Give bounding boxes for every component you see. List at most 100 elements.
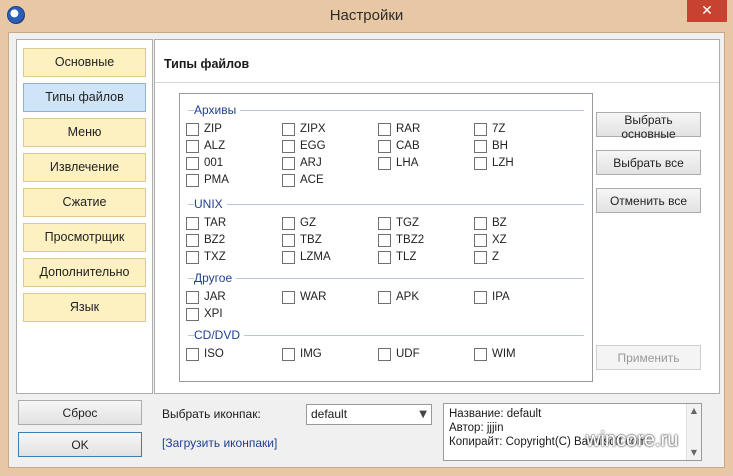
file-type-checkbox[interactable]: RAR (378, 122, 420, 136)
checkbox-box[interactable] (186, 290, 199, 304)
checkbox-box[interactable] (378, 233, 391, 247)
info-scrollbar[interactable]: ▲ ▼ (686, 404, 701, 460)
group-divider (188, 204, 584, 205)
sidebar-item[interactable]: Язык (23, 293, 146, 322)
file-type-checkbox[interactable]: IPA (474, 290, 510, 304)
file-type-checkbox[interactable]: TGZ (378, 216, 419, 230)
checkbox-box[interactable] (378, 347, 391, 361)
file-type-label: XPI (204, 308, 223, 320)
file-type-checkbox[interactable]: LZH (474, 156, 514, 170)
checkbox-box[interactable] (378, 216, 391, 230)
file-type-checkbox[interactable]: TBZ2 (378, 233, 424, 247)
file-type-checkbox[interactable]: ACE (282, 173, 324, 187)
deselect-all-button[interactable]: Отменить все (596, 188, 701, 213)
file-type-checkbox[interactable]: BZ2 (186, 233, 225, 247)
checkbox-box[interactable] (474, 139, 487, 153)
checkbox-box[interactable] (282, 122, 295, 136)
checkbox-box[interactable] (282, 156, 295, 170)
file-type-checkbox[interactable]: GZ (282, 216, 316, 230)
sidebar-item[interactable]: Основные (23, 48, 146, 77)
checkbox-box[interactable] (474, 216, 487, 230)
checkbox-box[interactable] (282, 290, 295, 304)
sidebar-item[interactable]: Дополнительно (23, 258, 146, 287)
file-type-checkbox[interactable]: XPI (186, 307, 223, 321)
file-type-checkbox[interactable]: BH (474, 139, 508, 153)
file-type-checkbox[interactable]: ARJ (282, 156, 322, 170)
checkbox-box[interactable] (186, 122, 199, 136)
checkbox-box[interactable] (474, 233, 487, 247)
checkbox-box[interactable] (186, 233, 199, 247)
checkbox-box[interactable] (474, 250, 487, 264)
file-type-label: PMA (204, 174, 229, 186)
checkbox-box[interactable] (186, 139, 199, 153)
close-button[interactable]: ✕ (687, 0, 727, 22)
checkbox-box[interactable] (282, 139, 295, 153)
file-type-checkbox[interactable]: CAB (378, 139, 420, 153)
file-type-checkbox[interactable]: PMA (186, 173, 229, 187)
file-type-label: RAR (396, 123, 421, 135)
file-type-checkbox[interactable]: TXZ (186, 250, 226, 264)
file-types-box: Архивы ZIP ZIPX RAR 7Z ALZ EGG CAB BH 001 ARJ LHA LZ… (179, 93, 593, 382)
file-type-checkbox[interactable]: ZIPX (282, 122, 326, 136)
group-label: CD/DVD (194, 328, 245, 342)
scroll-up-icon[interactable]: ▲ (687, 404, 701, 418)
sidebar-item[interactable]: Извлечение (23, 153, 146, 182)
checkbox-box[interactable] (186, 307, 199, 321)
file-type-checkbox[interactable]: Z (474, 250, 499, 264)
file-type-checkbox[interactable]: IMG (282, 347, 322, 361)
checkbox-box[interactable] (282, 233, 295, 247)
file-type-checkbox[interactable]: UDF (378, 347, 420, 361)
sidebar-item[interactable]: Просмотрщик (23, 223, 146, 252)
ok-button[interactable]: OK (18, 432, 142, 457)
file-type-checkbox[interactable]: WAR (282, 290, 326, 304)
chevron-down-icon[interactable]: ▼ (419, 405, 427, 424)
checkbox-box[interactable] (378, 290, 391, 304)
checkbox-box[interactable] (378, 139, 391, 153)
file-type-checkbox[interactable]: XZ (474, 233, 507, 247)
sidebar-item[interactable]: Сжатие (23, 188, 146, 217)
iconpack-select[interactable]: default ▼ (306, 404, 432, 425)
checkbox-box[interactable] (186, 156, 199, 170)
checkbox-box[interactable] (474, 290, 487, 304)
checkbox-box[interactable] (474, 156, 487, 170)
checkbox-box[interactable] (474, 122, 487, 136)
file-type-checkbox[interactable]: WIM (474, 347, 516, 361)
checkbox-box[interactable] (282, 216, 295, 230)
file-type-checkbox[interactable]: APK (378, 290, 419, 304)
checkbox-box[interactable] (378, 156, 391, 170)
sidebar-item[interactable]: Меню (23, 118, 146, 147)
sidebar-item[interactable]: Типы файлов (23, 83, 146, 112)
file-type-checkbox[interactable]: TBZ (282, 233, 322, 247)
file-type-checkbox[interactable]: TAR (186, 216, 226, 230)
checkbox-box[interactable] (186, 250, 199, 264)
title-bar[interactable]: Настройки ✕ (0, 0, 733, 32)
file-type-checkbox[interactable]: LZMA (282, 250, 331, 264)
checkbox-box[interactable] (186, 216, 199, 230)
checkbox-box[interactable] (378, 250, 391, 264)
file-type-checkbox[interactable]: ZIP (186, 122, 222, 136)
load-iconpacks-link[interactable]: [Загрузить иконпаки] (162, 436, 277, 450)
file-type-checkbox[interactable]: ALZ (186, 139, 225, 153)
file-type-checkbox[interactable]: JAR (186, 290, 226, 304)
file-type-checkbox[interactable]: BZ (474, 216, 507, 230)
reset-button[interactable]: Сброс (18, 400, 142, 425)
select-all-button[interactable]: Выбрать все (596, 150, 701, 175)
file-type-checkbox[interactable]: TLZ (378, 250, 416, 264)
checkbox-box[interactable] (282, 250, 295, 264)
checkbox-box[interactable] (474, 347, 487, 361)
file-type-checkbox[interactable]: ISO (186, 347, 224, 361)
file-type-label: Z (492, 251, 500, 263)
file-type-label: LHA (396, 157, 419, 169)
file-type-checkbox[interactable]: LHA (378, 156, 418, 170)
checkbox-box[interactable] (378, 122, 391, 136)
checkbox-box[interactable] (186, 347, 199, 361)
file-type-checkbox[interactable]: 001 (186, 156, 223, 170)
file-type-checkbox[interactable]: EGG (282, 139, 326, 153)
checkbox-box[interactable] (186, 173, 199, 187)
select-main-button[interactable]: Выбрать основные (596, 112, 701, 141)
file-type-checkbox[interactable]: 7Z (474, 122, 505, 136)
scroll-down-icon[interactable]: ▼ (687, 446, 701, 460)
apply-button[interactable]: Применить (596, 345, 701, 370)
checkbox-box[interactable] (282, 173, 295, 187)
checkbox-box[interactable] (282, 347, 295, 361)
